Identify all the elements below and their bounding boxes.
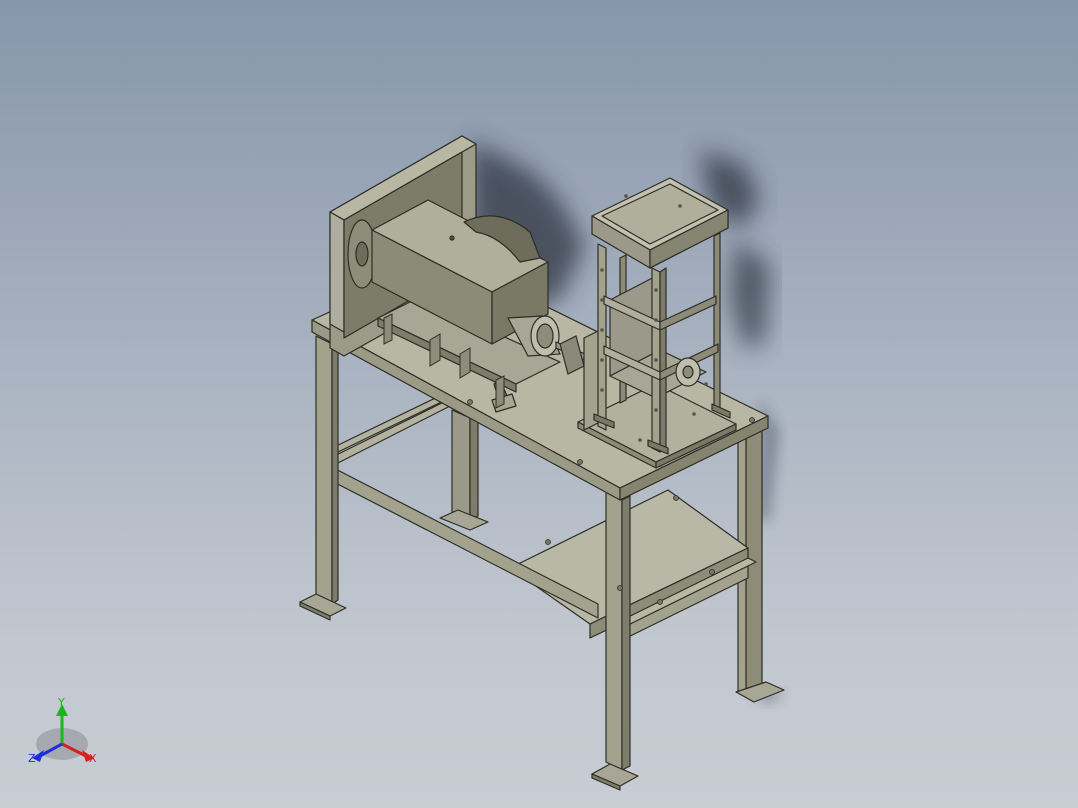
front-right-leg: [605, 491, 623, 771]
pulley-hub: [355, 241, 369, 267]
front-left-leg: [315, 335, 333, 605]
back-left-leg: [451, 409, 471, 521]
tower-post-front-left: [597, 243, 607, 431]
y-axis-label: Y: [57, 696, 65, 709]
x-axis-label: X: [89, 752, 97, 765]
back-left-leg-side: [469, 413, 479, 521]
graphics-viewport[interactable]: Y X Z: [0, 0, 1078, 808]
lower-rail-back: [321, 397, 459, 467]
front-right-leg-side: [621, 495, 631, 771]
guard-front-frame: [329, 211, 345, 333]
z-axis-label: Z: [28, 752, 36, 765]
test-tower[interactable]: [577, 177, 737, 469]
front-left-leg-side: [331, 339, 339, 605]
axis-triad[interactable]: Y X Z: [28, 696, 97, 765]
assembly-model[interactable]: Y X Z: [0, 0, 1078, 808]
front-right-foot: [591, 763, 639, 787]
